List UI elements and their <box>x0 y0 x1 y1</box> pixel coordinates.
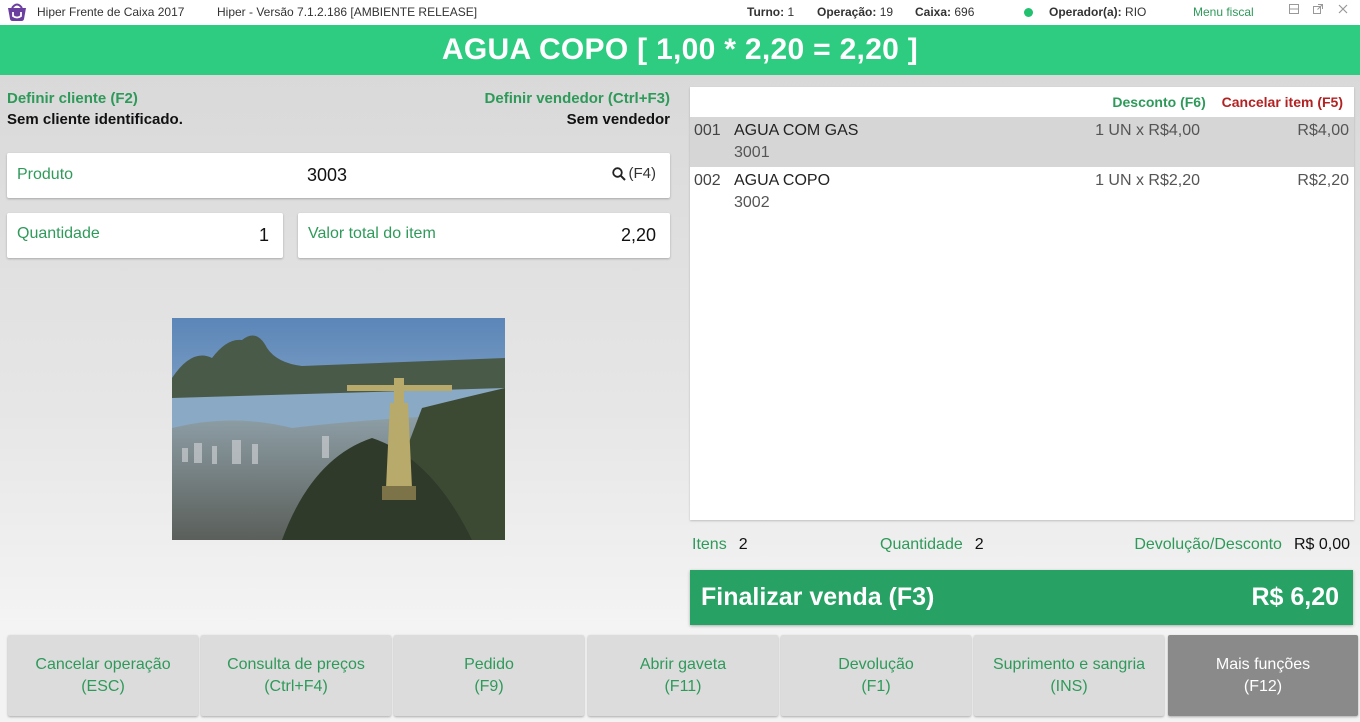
current-item-header: AGUA COPO [ 1,00 * 2,20 = 2,20 ] <box>0 25 1360 75</box>
itens-label: Itens <box>692 536 727 553</box>
produto-label: Produto <box>17 166 74 183</box>
caixa-label: Caixa: <box>915 5 952 19</box>
button-label: Devolução <box>838 655 914 673</box>
devolucao-label: Devolução/Desconto <box>1134 536 1282 553</box>
function-bar: Cancelar operação (ESC) Consulta de preç… <box>0 630 1360 722</box>
caixa-info: Caixa: 696 <box>915 5 974 19</box>
caixa-value: 696 <box>954 5 975 19</box>
button-shortcut: (F11) <box>664 677 702 695</box>
item-row[interactable]: 001 AGUA COM GAS 3001 1 UN x R$4,00 R$4,… <box>690 117 1354 167</box>
item-qty: 1 UN x R$2,20 <box>1095 172 1200 189</box>
define-client-link[interactable]: Definir cliente (F2) <box>7 90 138 107</box>
quantidade-field[interactable]: Quantidade 1 <box>7 213 283 258</box>
mais-funcoes-button[interactable]: Mais funções (F12) <box>1168 635 1358 716</box>
valor-total-value: 2,20 <box>620 225 656 245</box>
button-shortcut: (ESC) <box>81 677 125 695</box>
button-label: Mais funções <box>1215 655 1311 673</box>
button-shortcut: (F12) <box>1243 677 1283 695</box>
turno-label: Turno: <box>747 5 785 19</box>
finalizar-venda-button[interactable]: Finalizar venda (F3) R$ 6,20 <box>690 570 1353 625</box>
item-code: 3001 <box>734 144 770 161</box>
left-panel: Definir cliente (F2) Sem cliente identif… <box>0 75 680 630</box>
item-qty: 1 UN x R$4,00 <box>1095 122 1200 139</box>
operador-value: RIO <box>1125 5 1147 19</box>
close-icon[interactable] <box>1335 3 1351 19</box>
suprimento-sangria-button[interactable]: Suprimento e sangria (INS) <box>974 635 1164 716</box>
quantidade-label: Quantidade <box>17 225 100 242</box>
item-price: R$4,00 <box>1297 122 1349 139</box>
status-indicator <box>1024 8 1033 17</box>
app-version: Hiper - Versão 7.1.2.186 [AMBIENTE RELEA… <box>217 5 478 19</box>
client-value: Sem cliente identificado. <box>7 111 183 128</box>
desconto-link[interactable]: Desconto (F6) <box>1112 94 1205 110</box>
define-seller-link[interactable]: Definir vendedor (Ctrl+F3) <box>485 90 670 107</box>
devolucao-button[interactable]: Devolução (F1) <box>781 635 971 716</box>
button-shortcut: (F1) <box>861 677 891 695</box>
itens-value: 2 <box>738 536 748 553</box>
summary-devolucao: Devolução/Desconto R$ 0,00 <box>1134 536 1350 554</box>
produto-input[interactable] <box>307 161 587 189</box>
search-icon <box>611 166 626 181</box>
search-shortcut: (F4) <box>628 165 657 182</box>
item-price: R$2,20 <box>1297 172 1349 189</box>
operacao-info: Operação: 19 <box>817 5 893 19</box>
item-row[interactable]: 002 AGUA COPO 3002 1 UN x R$2,20 R$2,20 <box>690 167 1354 217</box>
consulta-precos-button[interactable]: Consulta de preços (Ctrl+F4) <box>201 635 391 716</box>
abrir-gaveta-button[interactable]: Abrir gaveta (F11) <box>588 635 778 716</box>
button-label: Suprimento e sangria <box>992 655 1146 673</box>
item-name: AGUA COPO <box>734 172 831 189</box>
turno-info: Turno: 1 <box>747 5 794 19</box>
item-code: 3002 <box>734 194 770 211</box>
turno-value: 1 <box>787 5 795 19</box>
button-shortcut: (F9) <box>474 677 504 695</box>
button-label: Consulta de preços <box>227 655 365 673</box>
operacao-label: Operação: <box>817 5 877 19</box>
items-list: Desconto (F6) Cancelar item (F5) 001 AGU… <box>690 87 1354 520</box>
finalizar-label: Finalizar venda (F3) <box>701 583 935 611</box>
devolucao-value: R$ 0,00 <box>1293 536 1350 553</box>
summary-itens: Itens 2 <box>692 536 748 554</box>
menu-fiscal-link[interactable]: Menu fiscal <box>1193 5 1254 19</box>
cancelar-item-link[interactable]: Cancelar item (F5) <box>1222 94 1343 110</box>
item-seq: 002 <box>694 172 721 189</box>
pedido-button[interactable]: Pedido (F9) <box>394 635 584 716</box>
right-panel: Desconto (F6) Cancelar item (F5) 001 AGU… <box>680 75 1360 630</box>
item-seq: 001 <box>694 122 721 139</box>
item-name: AGUA COM GAS <box>734 122 859 139</box>
app-title: Hiper Frente de Caixa 2017 <box>37 5 185 19</box>
button-label: Cancelar operação <box>35 655 171 673</box>
button-shortcut: (INS) <box>1050 677 1088 695</box>
cancelar-operacao-button[interactable]: Cancelar operação (ESC) <box>8 635 198 716</box>
operador-label: Operador(a): <box>1049 5 1122 19</box>
button-shortcut: (Ctrl+F4) <box>264 677 328 695</box>
button-label: Pedido <box>464 655 514 673</box>
quantidade-value: 1 <box>258 225 269 245</box>
product-image <box>172 318 505 540</box>
popout-icon[interactable] <box>1310 3 1326 19</box>
summary-quantidade: Quantidade 2 <box>880 536 984 554</box>
valor-total-field[interactable]: Valor total do item 2,20 <box>298 213 670 258</box>
summary-quantidade-label: Quantidade <box>880 536 963 553</box>
sale-total: R$ 6,20 <box>1251 583 1339 611</box>
hiper-logo-icon <box>8 3 26 21</box>
valor-total-label: Valor total do item <box>308 225 436 242</box>
seller-value: Sem vendedor <box>566 111 670 128</box>
operacao-value: 19 <box>879 5 894 19</box>
items-actions: Desconto (F6) Cancelar item (F5) <box>1112 94 1343 110</box>
produto-field: Produto (F4) <box>7 153 670 198</box>
title-bar: Hiper Frente de Caixa 2017 Hiper - Versã… <box>0 0 1360 25</box>
restore-icon[interactable] <box>1286 3 1302 19</box>
button-label: Abrir gaveta <box>639 655 727 673</box>
operador-info: Operador(a): RIO <box>1049 5 1146 19</box>
summary-quantidade-value: 2 <box>974 536 984 553</box>
search-product-button[interactable]: (F4) <box>611 165 657 182</box>
